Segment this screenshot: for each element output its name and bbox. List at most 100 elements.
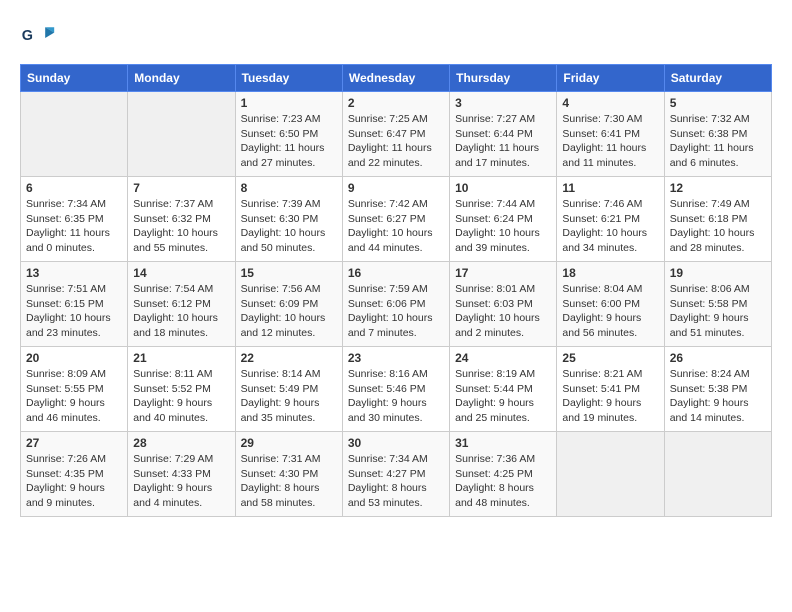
day-info: Sunrise: 7:26 AM Sunset: 4:35 PM Dayligh… [26, 452, 122, 511]
day-info: Sunrise: 7:30 AM Sunset: 6:41 PM Dayligh… [562, 112, 658, 171]
day-cell: 7Sunrise: 7:37 AM Sunset: 6:32 PM Daylig… [128, 177, 235, 262]
header-row: SundayMondayTuesdayWednesdayThursdayFrid… [21, 65, 772, 92]
day-info: Sunrise: 7:44 AM Sunset: 6:24 PM Dayligh… [455, 197, 551, 256]
header-cell-thursday: Thursday [450, 65, 557, 92]
day-info: Sunrise: 7:37 AM Sunset: 6:32 PM Dayligh… [133, 197, 229, 256]
day-info: Sunrise: 8:09 AM Sunset: 5:55 PM Dayligh… [26, 367, 122, 426]
day-info: Sunrise: 7:54 AM Sunset: 6:12 PM Dayligh… [133, 282, 229, 341]
day-info: Sunrise: 8:24 AM Sunset: 5:38 PM Dayligh… [670, 367, 766, 426]
day-cell [21, 92, 128, 177]
day-info: Sunrise: 7:51 AM Sunset: 6:15 PM Dayligh… [26, 282, 122, 341]
day-cell: 20Sunrise: 8:09 AM Sunset: 5:55 PM Dayli… [21, 347, 128, 432]
day-info: Sunrise: 8:06 AM Sunset: 5:58 PM Dayligh… [670, 282, 766, 341]
day-number: 6 [26, 181, 122, 195]
day-info: Sunrise: 8:01 AM Sunset: 6:03 PM Dayligh… [455, 282, 551, 341]
day-number: 29 [241, 436, 337, 450]
day-cell: 17 Sunrise: 8:01 AM Sunset: 6:03 PM Dayli… [450, 262, 557, 347]
day-info: Sunrise: 8:16 AM Sunset: 5:46 PM Dayligh… [348, 367, 444, 426]
day-number: 18 [562, 266, 658, 280]
day-number: 1 [241, 96, 337, 110]
day-number: 25 [562, 351, 658, 365]
day-number: 19 [670, 266, 766, 280]
day-cell: 23 Sunrise: 8:16 AM Sunset: 5:46 PM Dayli… [342, 347, 449, 432]
day-number: 3 [455, 96, 551, 110]
day-cell: 6 Sunrise: 7:34 AM Sunset: 6:35 PM Daylig… [21, 177, 128, 262]
day-number: 16 [348, 266, 444, 280]
day-cell: 30 Sunrise: 7:34 AM Sunset: 4:27 PM Dayli… [342, 432, 449, 517]
day-cell [664, 432, 771, 517]
day-cell: 15 Sunrise: 7:56 AM Sunset: 6:09 PM Dayli… [235, 262, 342, 347]
day-info: Sunrise: 8:04 AM Sunset: 6:00 PM Dayligh… [562, 282, 658, 341]
day-number: 11 [562, 181, 658, 195]
day-info: Sunrise: 7:34 AM Sunset: 6:35 PM Dayligh… [26, 197, 122, 256]
week-row-1: 1 Sunrise: 7:23 AM Sunset: 6:50 PM Daylig… [21, 92, 772, 177]
day-number: 28 [133, 436, 229, 450]
day-cell: 9 Sunrise: 7:42 AM Sunset: 6:27 PM Daylig… [342, 177, 449, 262]
day-number: 9 [348, 181, 444, 195]
week-row-2: 6 Sunrise: 7:34 AM Sunset: 6:35 PM Daylig… [21, 177, 772, 262]
day-cell: 12 Sunrise: 7:49 AM Sunset: 6:18 PM Dayli… [664, 177, 771, 262]
day-number: 17 [455, 266, 551, 280]
day-cell: 5Sunrise: 7:32 AM Sunset: 6:38 PM Daylig… [664, 92, 771, 177]
day-number: 15 [241, 266, 337, 280]
day-info: Sunrise: 7:56 AM Sunset: 6:09 PM Dayligh… [241, 282, 337, 341]
header-cell-saturday: Saturday [664, 65, 771, 92]
day-info: Sunrise: 8:14 AM Sunset: 5:49 PM Dayligh… [241, 367, 337, 426]
day-info: Sunrise: 7:27 AM Sunset: 6:44 PM Dayligh… [455, 112, 551, 171]
day-number: 4 [562, 96, 658, 110]
header-cell-friday: Friday [557, 65, 664, 92]
day-number: 24 [455, 351, 551, 365]
day-cell: 22 Sunrise: 8:14 AM Sunset: 5:49 PM Dayli… [235, 347, 342, 432]
day-number: 12 [670, 181, 766, 195]
day-number: 13 [26, 266, 122, 280]
day-number: 5 [670, 96, 766, 110]
day-info: Sunrise: 8:19 AM Sunset: 5:44 PM Dayligh… [455, 367, 551, 426]
day-number: 30 [348, 436, 444, 450]
day-cell: 8Sunrise: 7:39 AM Sunset: 6:30 PM Daylig… [235, 177, 342, 262]
week-row-4: 20Sunrise: 8:09 AM Sunset: 5:55 PM Dayli… [21, 347, 772, 432]
day-cell: 4 Sunrise: 7:30 AM Sunset: 6:41 PM Daylig… [557, 92, 664, 177]
day-number: 8 [241, 181, 337, 195]
day-info: Sunrise: 8:11 AM Sunset: 5:52 PM Dayligh… [133, 367, 229, 426]
day-info: Sunrise: 7:42 AM Sunset: 6:27 PM Dayligh… [348, 197, 444, 256]
day-cell: 31 Sunrise: 7:36 AM Sunset: 4:25 PM Dayli… [450, 432, 557, 517]
day-info: Sunrise: 7:34 AM Sunset: 4:27 PM Dayligh… [348, 452, 444, 511]
day-number: 23 [348, 351, 444, 365]
logo: G [20, 20, 60, 56]
day-cell: 18 Sunrise: 8:04 AM Sunset: 6:00 PM Dayli… [557, 262, 664, 347]
day-number: 2 [348, 96, 444, 110]
day-cell: 2 Sunrise: 7:25 AM Sunset: 6:47 PM Daylig… [342, 92, 449, 177]
day-info: Sunrise: 7:25 AM Sunset: 6:47 PM Dayligh… [348, 112, 444, 171]
day-cell: 21 Sunrise: 8:11 AM Sunset: 5:52 PM Dayli… [128, 347, 235, 432]
header-cell-monday: Monday [128, 65, 235, 92]
day-cell: 19 Sunrise: 8:06 AM Sunset: 5:58 PM Dayli… [664, 262, 771, 347]
logo-icon: G [20, 20, 56, 56]
day-cell: 27Sunrise: 7:26 AM Sunset: 4:35 PM Dayli… [21, 432, 128, 517]
calendar-table: SundayMondayTuesdayWednesdayThursdayFrid… [20, 64, 772, 517]
day-number: 22 [241, 351, 337, 365]
day-info: Sunrise: 7:36 AM Sunset: 4:25 PM Dayligh… [455, 452, 551, 511]
day-cell: 25Sunrise: 8:21 AM Sunset: 5:41 PM Dayli… [557, 347, 664, 432]
day-info: Sunrise: 7:46 AM Sunset: 6:21 PM Dayligh… [562, 197, 658, 256]
page-header: G [20, 20, 772, 56]
day-cell [557, 432, 664, 517]
day-info: Sunrise: 7:59 AM Sunset: 6:06 PM Dayligh… [348, 282, 444, 341]
day-number: 21 [133, 351, 229, 365]
day-cell: 3 Sunrise: 7:27 AM Sunset: 6:44 PM Daylig… [450, 92, 557, 177]
day-number: 10 [455, 181, 551, 195]
day-cell: 26 Sunrise: 8:24 AM Sunset: 5:38 PM Dayli… [664, 347, 771, 432]
day-info: Sunrise: 7:49 AM Sunset: 6:18 PM Dayligh… [670, 197, 766, 256]
day-cell: 14Sunrise: 7:54 AM Sunset: 6:12 PM Dayli… [128, 262, 235, 347]
day-number: 26 [670, 351, 766, 365]
day-cell: 11 Sunrise: 7:46 AM Sunset: 6:21 PM Dayli… [557, 177, 664, 262]
svg-text:G: G [22, 28, 33, 44]
day-cell [128, 92, 235, 177]
day-cell: 29Sunrise: 7:31 AM Sunset: 4:30 PM Dayli… [235, 432, 342, 517]
day-info: Sunrise: 7:29 AM Sunset: 4:33 PM Dayligh… [133, 452, 229, 511]
day-info: Sunrise: 7:23 AM Sunset: 6:50 PM Dayligh… [241, 112, 337, 171]
header-cell-wednesday: Wednesday [342, 65, 449, 92]
week-row-3: 13 Sunrise: 7:51 AM Sunset: 6:15 PM Dayli… [21, 262, 772, 347]
day-cell: 13 Sunrise: 7:51 AM Sunset: 6:15 PM Dayli… [21, 262, 128, 347]
day-number: 31 [455, 436, 551, 450]
day-cell: 24 Sunrise: 8:19 AM Sunset: 5:44 PM Dayli… [450, 347, 557, 432]
